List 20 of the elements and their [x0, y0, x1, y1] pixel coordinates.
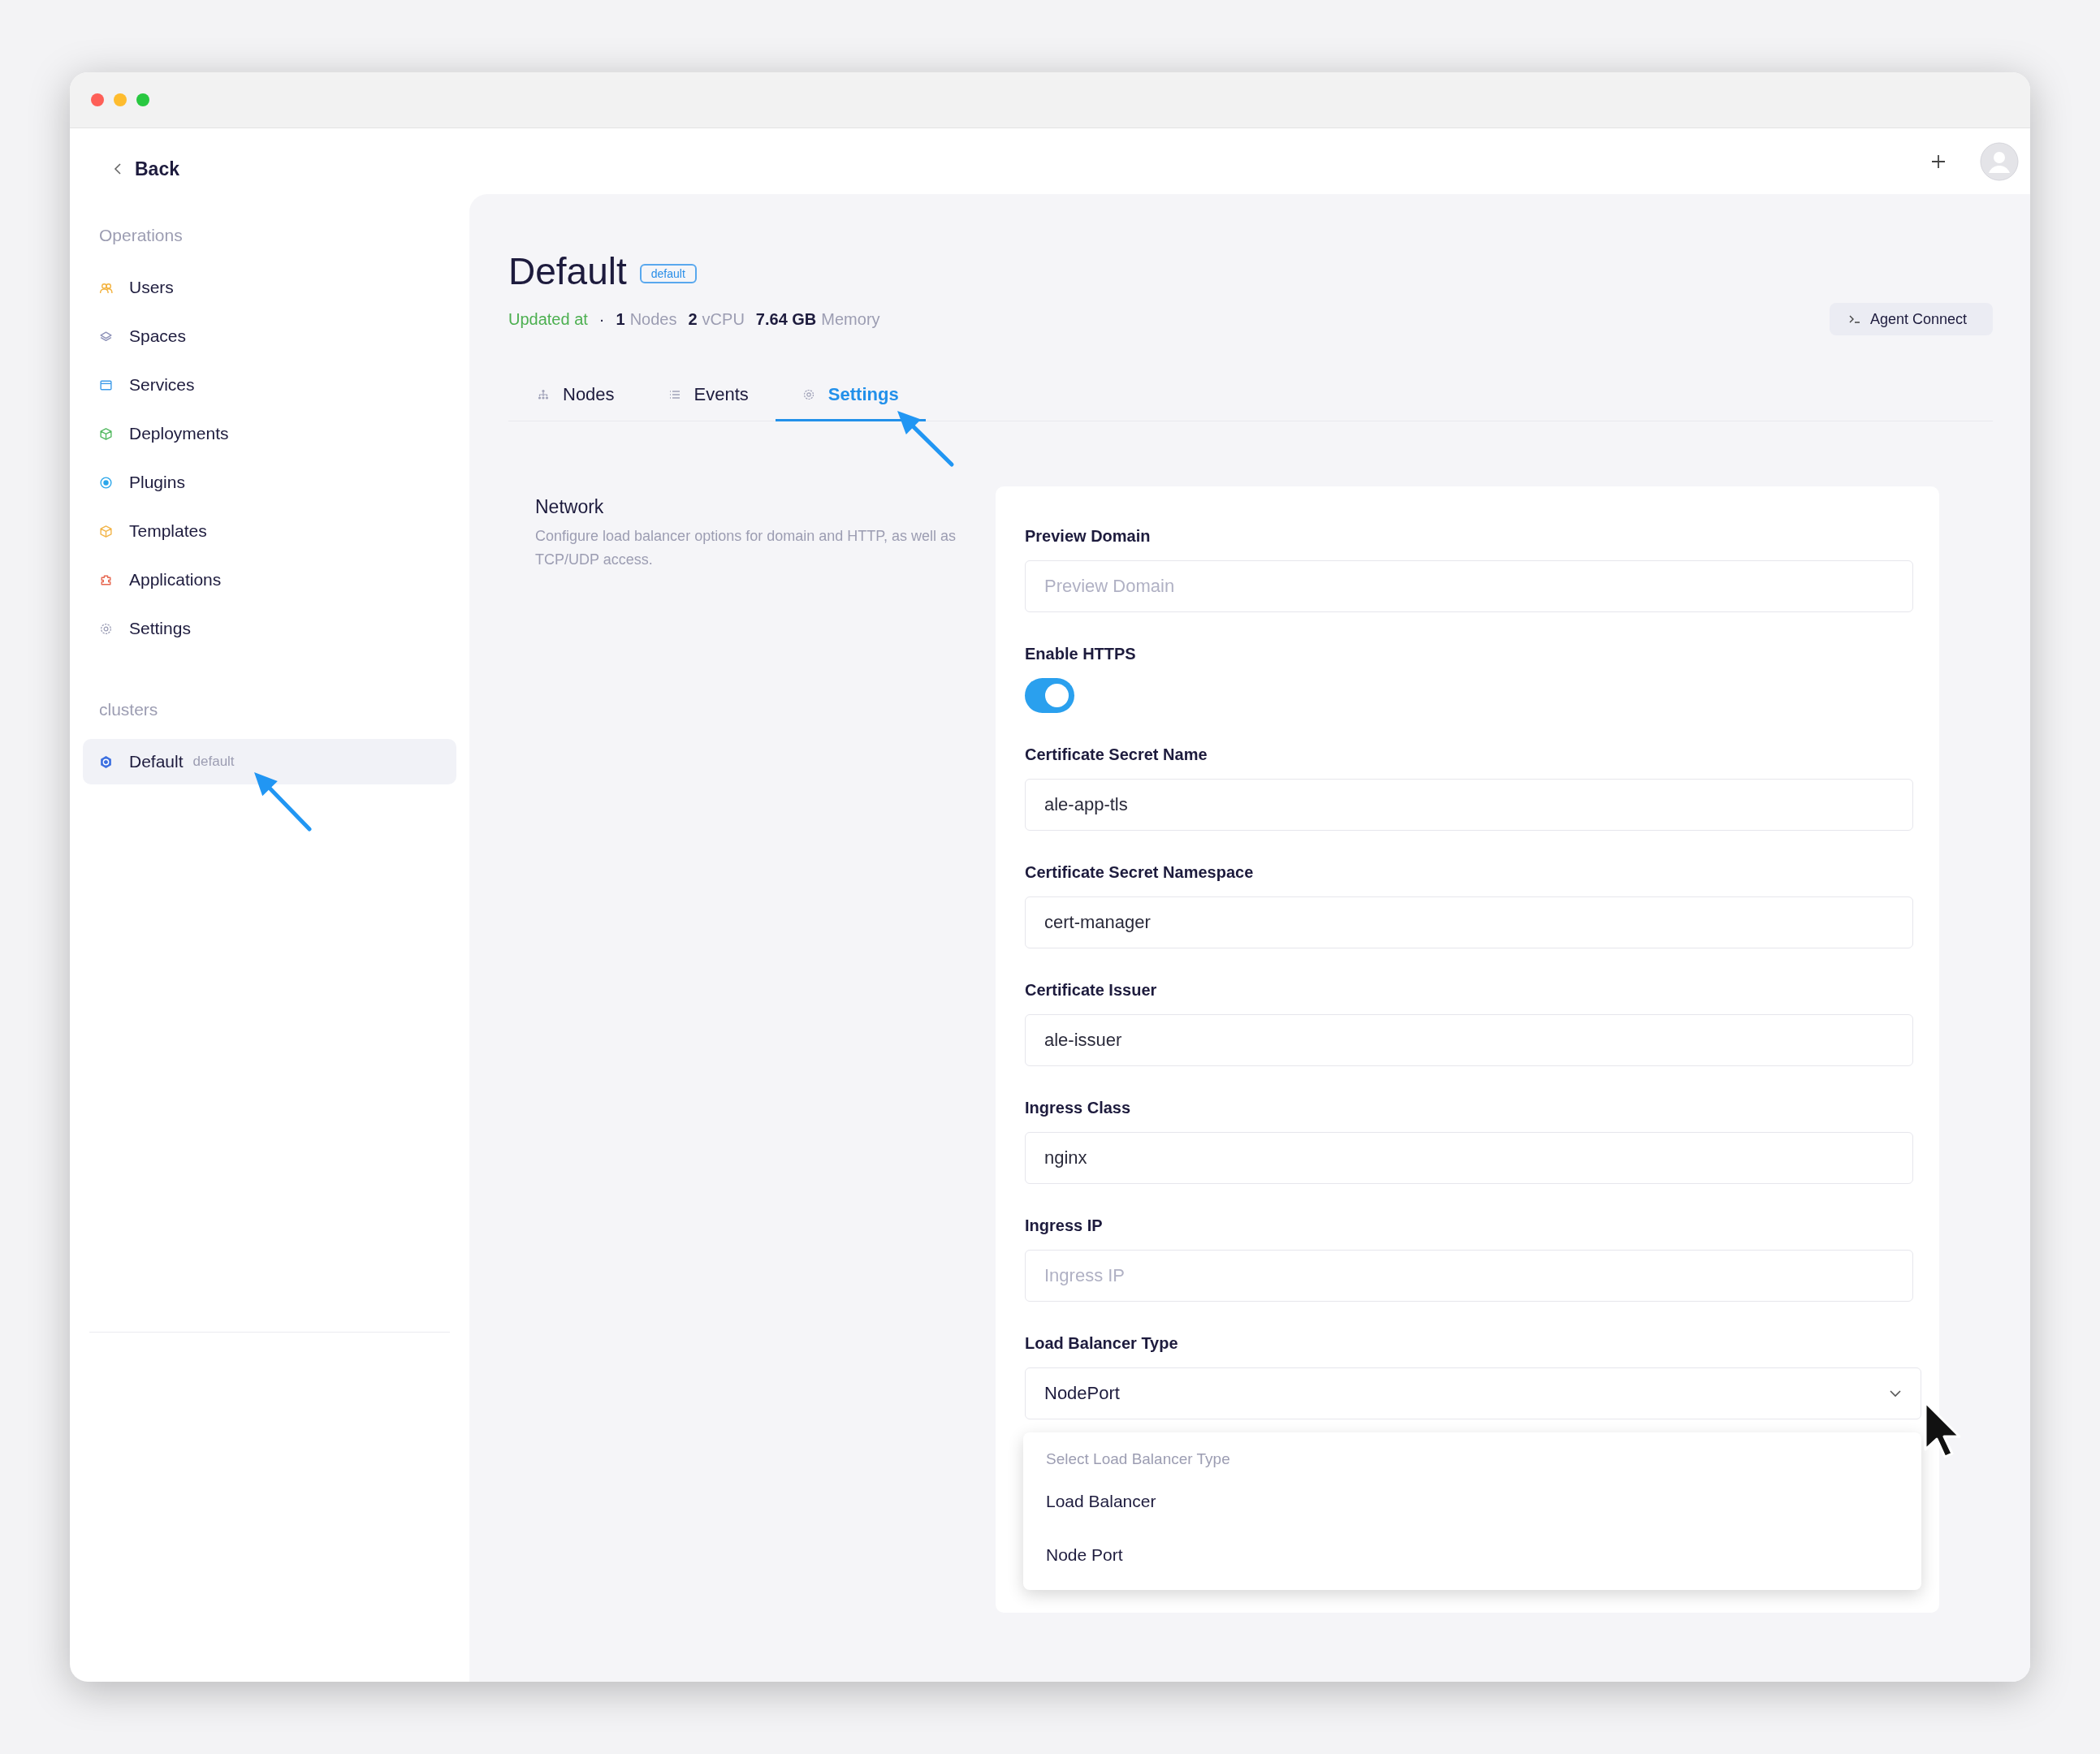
- section-description: Configure load balancer options for domain and HTTP, as well as TCP/UDP access.: [535, 527, 957, 569]
- section-title: Network: [535, 496, 605, 518]
- section-heading: Operations: [99, 226, 183, 245]
- stat-text: 1 Nodes: [616, 309, 677, 329]
- tag-label: default: [639, 264, 697, 283]
- section-heading: clusters: [99, 700, 158, 719]
- field-label: Ingress Class: [1025, 1099, 1131, 1117]
- separator-dot: ·: [598, 309, 605, 329]
- field-label: Ingress IP: [1025, 1216, 1103, 1235]
- stat-text: 7.64 GB Memory: [755, 309, 880, 329]
- stat-text: 2 vCPU: [688, 309, 745, 329]
- field-label: Certificate Secret Namespace: [1025, 863, 1254, 882]
- field-label: Preview Domain: [1025, 527, 1151, 546]
- field-label: Load Balancer Type: [1025, 1334, 1178, 1353]
- page-title: Default: [508, 249, 627, 293]
- dropdown-header: Select Load Balancer Type: [1045, 1449, 1231, 1469]
- field-label: Enable HTTPS: [1025, 645, 1136, 663]
- field-label: Certificate Secret Name: [1025, 745, 1208, 764]
- field-label: Certificate Issuer: [1025, 981, 1157, 1000]
- updated-text: Updated at: [508, 309, 588, 329]
